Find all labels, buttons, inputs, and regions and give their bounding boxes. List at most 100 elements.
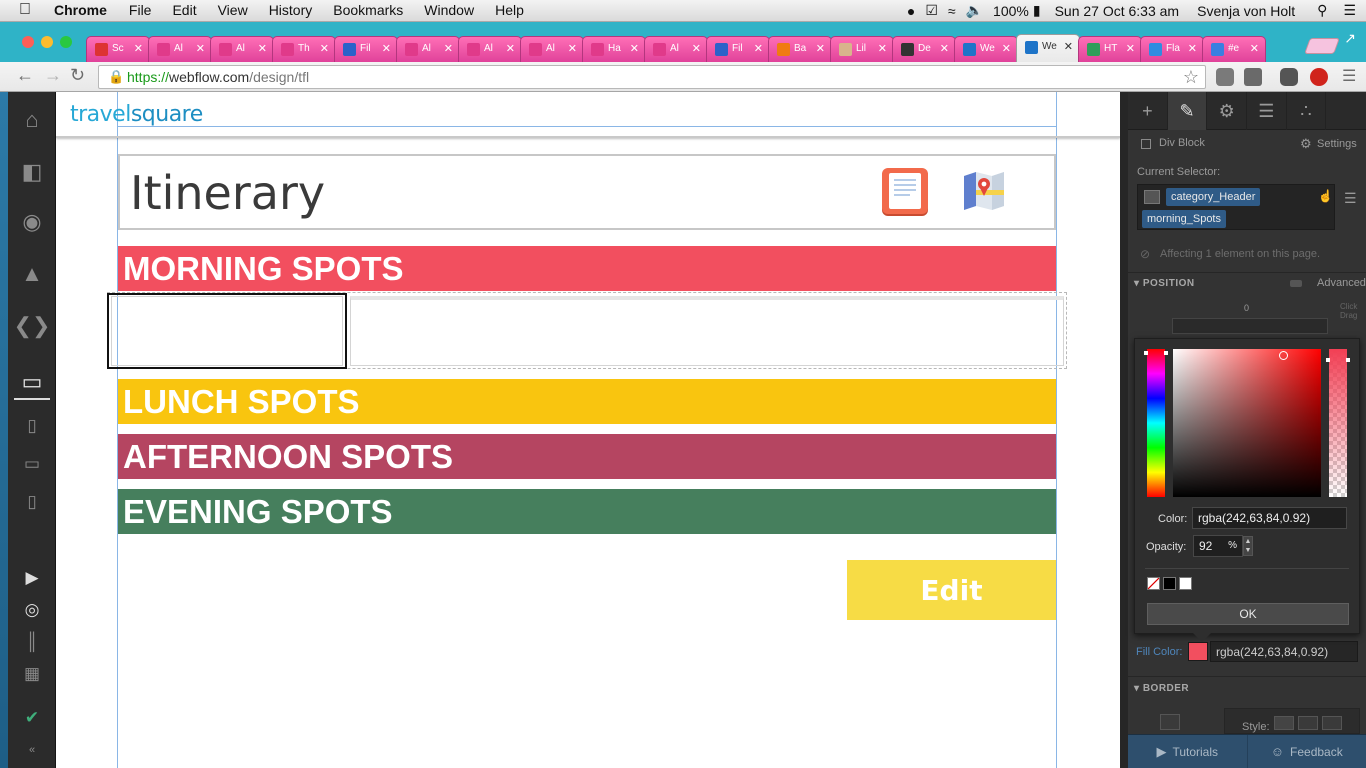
- swatch-black[interactable]: [1163, 577, 1176, 590]
- map-icon[interactable]: [962, 170, 1006, 212]
- color-value-input[interactable]: rgba(242,63,84,0.92): [1192, 507, 1347, 529]
- navigator-icon[interactable]: ☰: [1247, 92, 1287, 130]
- itinerary-header-block[interactable]: Itinerary: [118, 154, 1056, 230]
- browser-tab[interactable]: Ha ✕: [582, 36, 646, 62]
- advanced-toggle[interactable]: [1290, 280, 1302, 287]
- tab-close-icon[interactable]: ✕: [444, 42, 453, 55]
- preview-eye-icon[interactable]: ◉: [8, 200, 56, 244]
- element-settings-link[interactable]: Settings: [1317, 138, 1357, 150]
- tab-close-icon[interactable]: ✕: [1002, 42, 1011, 55]
- edit-button[interactable]: Edit: [847, 560, 1056, 620]
- panel-scrollbar[interactable]: [1120, 92, 1128, 768]
- color-picker-popover[interactable]: Color: rgba(242,63,84,0.92) Opacity: 92%…: [1134, 338, 1360, 642]
- window-minimize-button[interactable]: [41, 36, 53, 48]
- swatch-transparent[interactable]: [1147, 577, 1160, 590]
- saturation-value-field[interactable]: [1173, 349, 1321, 497]
- panel-tab-empty[interactable]: [1326, 92, 1366, 130]
- tab-close-icon[interactable]: ✕: [1126, 42, 1135, 55]
- afternoon-spots-header[interactable]: AFTERNOON SPOTS: [118, 434, 1056, 479]
- opacity-stepper[interactable]: ▲ ▼: [1243, 536, 1253, 556]
- border-dashed-button[interactable]: [1298, 716, 1318, 730]
- tab-close-icon[interactable]: ✕: [506, 42, 515, 55]
- spotlight-search-icon[interactable]: ⚲: [1317, 2, 1327, 19]
- browser-tab[interactable]: De ✕: [892, 36, 956, 62]
- menu-file[interactable]: File: [129, 2, 152, 18]
- lunch-spots-header[interactable]: LUNCH SPOTS: [118, 379, 1056, 424]
- hue-slider-handle[interactable]: [1144, 351, 1168, 355]
- window-zoom-button[interactable]: [60, 36, 72, 48]
- tab-close-icon[interactable]: ✕: [630, 42, 639, 55]
- fill-color-swatch[interactable]: [1188, 642, 1208, 661]
- notification-list-icon[interactable]: ☰: [1343, 2, 1356, 19]
- hexagon-extension-icon[interactable]: [1280, 68, 1298, 86]
- hue-slider[interactable]: [1147, 349, 1165, 497]
- tab-close-icon[interactable]: ✕: [134, 42, 143, 55]
- style-brush-icon[interactable]: ✎: [1167, 92, 1208, 130]
- browser-tab[interactable]: Fla ✕: [1140, 36, 1204, 62]
- browser-tab[interactable]: Fil ✕: [706, 36, 770, 62]
- feedback-button[interactable]: ☺ Feedback: [1248, 735, 1366, 768]
- browser-tab[interactable]: Sc ✕: [86, 36, 150, 62]
- browser-tab[interactable]: Al ✕: [396, 36, 460, 62]
- browser-tab[interactable]: Fil ✕: [334, 36, 398, 62]
- design-canvas[interactable]: travelsquare Itinerary MORNING SPOTS LUN…: [56, 92, 1120, 768]
- chrome-menu-icon[interactable]: ☰: [1342, 66, 1356, 86]
- checkbox-app-icon[interactable]: ☑: [925, 2, 938, 19]
- menu-history[interactable]: History: [269, 2, 313, 18]
- browser-tab[interactable]: Ba ✕: [768, 36, 832, 62]
- new-tab-button[interactable]: [1304, 38, 1340, 54]
- address-url[interactable]: https://webflow.com/design/tfl: [127, 69, 309, 85]
- publish-rocket-icon[interactable]: ▲: [8, 252, 56, 296]
- menu-app-name[interactable]: Chrome: [54, 2, 107, 18]
- selector-field[interactable]: category_Header morning_Spots ☝: [1137, 184, 1335, 230]
- browser-tab[interactable]: We ✕: [1016, 34, 1080, 62]
- swatch-white[interactable]: [1179, 577, 1192, 590]
- wifi-icon[interactable]: ≈: [948, 3, 956, 19]
- morning-slot-left[interactable]: [107, 293, 347, 369]
- clock[interactable]: Sun 27 Oct 6:33 am: [1055, 3, 1180, 19]
- menu-view[interactable]: View: [218, 2, 248, 18]
- morning-spots-header[interactable]: MORNING SPOTS: [118, 246, 1056, 291]
- add-elements-icon[interactable]: +: [1128, 92, 1168, 130]
- desktop-view-icon[interactable]: ▭: [8, 360, 56, 404]
- selector-menu-icon[interactable]: ☰: [1344, 190, 1357, 207]
- tab-close-icon[interactable]: ✕: [320, 42, 329, 55]
- ok-button[interactable]: OK: [1147, 603, 1349, 625]
- browser-tab[interactable]: #e ✕: [1202, 36, 1266, 62]
- div-block-checkbox[interactable]: [1141, 139, 1151, 149]
- mic-icon[interactable]: ●: [907, 3, 915, 19]
- browser-tab[interactable]: Lil ✕: [830, 36, 894, 62]
- window-close-button[interactable]: [22, 36, 34, 48]
- tab-close-icon[interactable]: ✕: [940, 42, 949, 55]
- lock-icon[interactable]: 🔒: [108, 69, 124, 85]
- browser-tab[interactable]: Al ✕: [148, 36, 212, 62]
- element-settings-gear-icon[interactable]: ⚙: [1300, 136, 1312, 152]
- settings-gear-icon[interactable]: ⚙: [1207, 92, 1248, 130]
- browser-tab[interactable]: Al ✕: [458, 36, 522, 62]
- tab-close-icon[interactable]: ✕: [1064, 40, 1073, 53]
- menu-edit[interactable]: Edit: [172, 2, 196, 18]
- browser-tab[interactable]: Al ✕: [644, 36, 708, 62]
- border-box-diagram[interactable]: [1160, 714, 1180, 730]
- alpha-slider-handle[interactable]: [1326, 358, 1350, 362]
- pocket-extension-icon[interactable]: [1216, 68, 1234, 86]
- advanced-label[interactable]: Advanced: [1317, 277, 1366, 289]
- opacity-input[interactable]: 92%: [1193, 535, 1243, 557]
- bookmark-star-icon[interactable]: ☆: [1183, 67, 1199, 88]
- tab-close-icon[interactable]: ✕: [196, 42, 205, 55]
- position-section-header[interactable]: ▾ POSITION: [1134, 278, 1195, 289]
- collapse-sidebar-icon[interactable]: «: [8, 728, 56, 768]
- tab-close-icon[interactable]: ✕: [692, 42, 701, 55]
- layout-guides-icon[interactable]: ▦: [8, 652, 56, 696]
- tab-close-icon[interactable]: ✕: [754, 42, 763, 55]
- tab-close-icon[interactable]: ✕: [258, 42, 267, 55]
- selector-chip-category-header[interactable]: category_Header: [1166, 188, 1261, 206]
- browser-tab[interactable]: Al ✕: [210, 36, 274, 62]
- evening-spots-header[interactable]: EVENING SPOTS: [118, 489, 1056, 534]
- adblock-extension-icon[interactable]: [1310, 68, 1328, 86]
- fullscreen-icon[interactable]: ↗: [1344, 30, 1356, 47]
- saturation-value-handle[interactable]: [1279, 351, 1288, 360]
- border-section-header[interactable]: ▾ BORDER: [1134, 683, 1189, 694]
- browser-tab[interactable]: We ✕: [954, 36, 1018, 62]
- document-icon[interactable]: [882, 168, 928, 214]
